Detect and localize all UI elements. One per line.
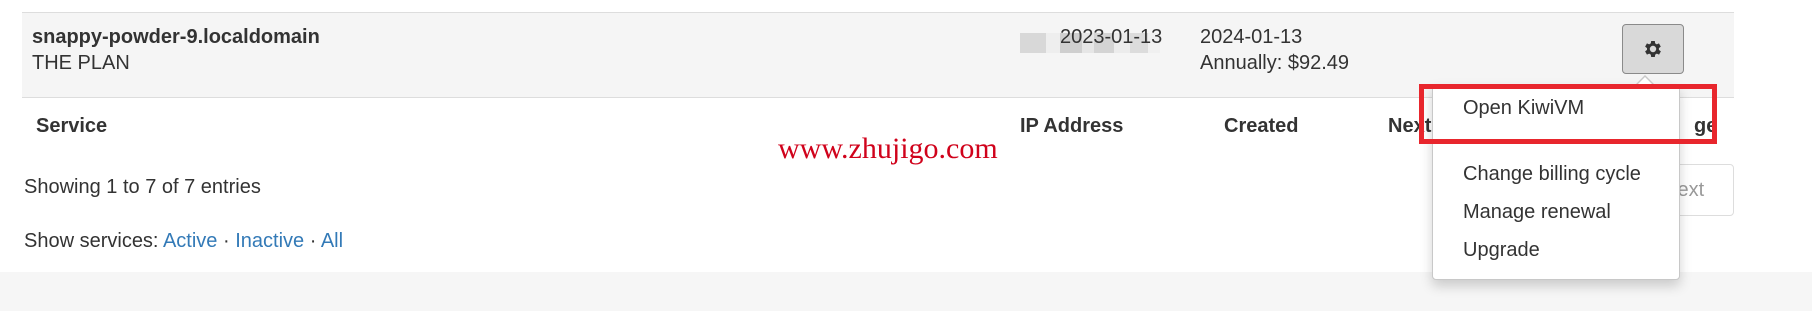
service-filter: Show services: Active · Inactive · All xyxy=(24,230,343,253)
service-hostname[interactable]: snappy-powder-9.localdomain xyxy=(32,23,320,51)
menu-item-upgrade[interactable]: Upgrade xyxy=(1463,239,1540,262)
service-billing: Annually: $92.49 xyxy=(1200,52,1350,74)
filter-separator: · xyxy=(304,230,321,252)
watermark: www.zhujigo.com xyxy=(778,132,998,165)
filter-inactive-link[interactable]: Inactive xyxy=(235,230,304,252)
filter-separator: · xyxy=(217,230,236,252)
gear-icon xyxy=(1645,41,1661,57)
menu-item-change-billing-cycle[interactable]: Change billing cycle xyxy=(1463,163,1641,186)
header-created[interactable]: Created xyxy=(1224,108,1298,144)
highlight-box xyxy=(1419,84,1717,144)
manage-button[interactable] xyxy=(1622,24,1684,74)
filter-all-link[interactable]: All xyxy=(321,230,343,252)
service-created: 2023-01-13 xyxy=(1060,26,1163,48)
header-ip-address[interactable]: IP Address xyxy=(1020,108,1123,144)
entries-info: Showing 1 to 7 of 7 entries xyxy=(24,176,261,198)
menu-item-manage-renewal[interactable]: Manage renewal xyxy=(1463,201,1611,224)
header-service[interactable]: Service xyxy=(36,108,107,144)
service-plan: THE PLAN xyxy=(32,52,130,74)
services-panel: snappy-powder-9.localdomain THE PLAN 202… xyxy=(0,0,1812,280)
filter-prefix: Show services: xyxy=(24,230,163,252)
service-next-due: 2024-01-13 xyxy=(1200,26,1303,48)
filter-active-link[interactable]: Active xyxy=(163,230,217,252)
